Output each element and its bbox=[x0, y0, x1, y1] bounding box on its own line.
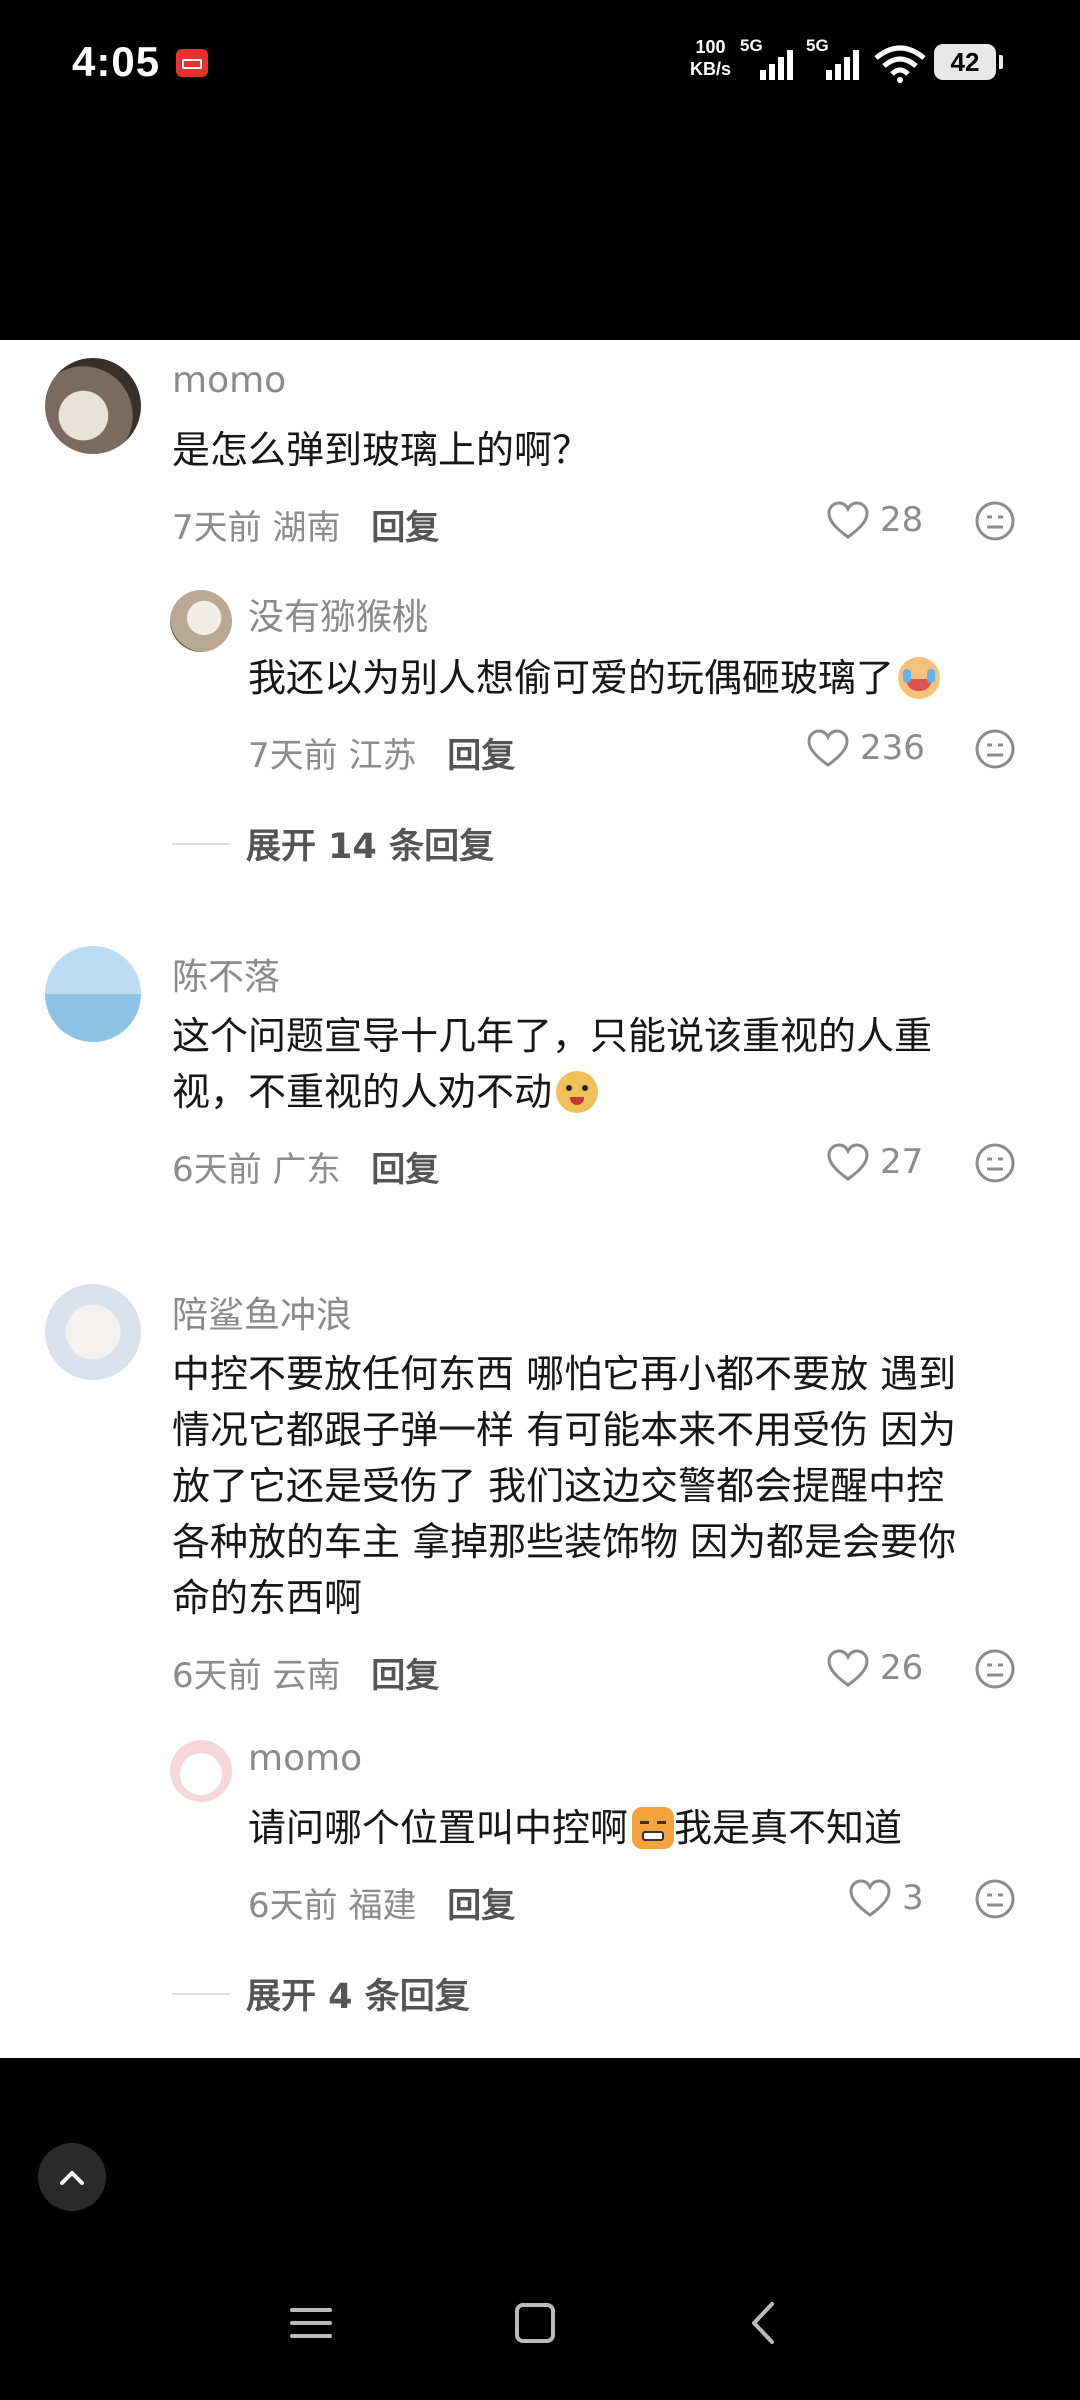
comment-text-line: 各种放的车主 拿掉那些装饰物 因为都是会要你 bbox=[172, 1520, 957, 1564]
reply-username[interactable]: 没有猕猴桃 bbox=[248, 588, 428, 640]
comment-text[interactable]: 是怎么弹到玻璃上的啊？ bbox=[172, 422, 590, 478]
comment-meta: 6天前 广东 回复 bbox=[172, 1142, 439, 1191]
heart-outline-icon bbox=[827, 1143, 869, 1181]
reply-time: 7天前 bbox=[248, 736, 338, 776]
like-button[interactable]: 28 bbox=[826, 500, 923, 540]
heart-outline-icon bbox=[827, 501, 869, 539]
chevron-left-icon[interactable] bbox=[742, 2300, 788, 2346]
reply-text[interactable]: 我还以为别人想偷可爱的玩偶砸玻璃了 bbox=[248, 650, 941, 706]
reply-location: 福建 bbox=[348, 1886, 417, 1926]
battery-indicator: 42 bbox=[934, 44, 1003, 80]
reply-button[interactable]: 回复 bbox=[371, 508, 439, 548]
crying-emoji-icon bbox=[898, 657, 941, 699]
reply-text-content: 我是真不知道 bbox=[674, 1806, 903, 1850]
avatar[interactable] bbox=[45, 358, 141, 454]
avatar[interactable] bbox=[170, 590, 232, 652]
neutral-face-icon[interactable] bbox=[974, 500, 1016, 542]
network-speed-value: 100 bbox=[695, 37, 726, 57]
reply-button[interactable]: 回复 bbox=[447, 1886, 515, 1926]
reply-button[interactable]: 回复 bbox=[371, 1656, 439, 1696]
comment-text-line: 这个问题宣导十几年了，只能说该重视的人重 bbox=[172, 1014, 933, 1058]
like-button[interactable]: 26 bbox=[826, 1648, 923, 1688]
network-speed: 100 KB/s bbox=[690, 36, 731, 80]
network-speed-unit: KB/s bbox=[690, 59, 732, 79]
comment-text-line: 放了它还是受伤了 我们这边交警都会提醒中控 bbox=[172, 1464, 945, 1508]
cat-emoji-icon bbox=[632, 1807, 675, 1849]
avatar[interactable] bbox=[45, 1284, 141, 1380]
scroll-top-button[interactable] bbox=[38, 2143, 106, 2211]
reply-button[interactable]: 回复 bbox=[447, 736, 515, 776]
neutral-face-icon[interactable] bbox=[974, 1142, 1016, 1184]
like-count: 236 bbox=[860, 728, 925, 768]
neutral-face-icon[interactable] bbox=[974, 1648, 1016, 1690]
expand-replies-label: 展开 14 条回复 bbox=[246, 827, 495, 867]
reply-meta: 7天前 江苏 回复 bbox=[248, 728, 515, 777]
comment-time: 7天前 bbox=[172, 508, 262, 548]
comment-text-line: 命的东西啊 bbox=[172, 1576, 363, 1620]
menu-icon[interactable] bbox=[288, 2300, 334, 2346]
heart-outline-icon bbox=[849, 1879, 891, 1917]
comment-meta: 6天前 云南 回复 bbox=[172, 1648, 439, 1697]
comment-location: 广东 bbox=[272, 1150, 341, 1190]
expand-replies-button[interactable]: 展开 14 条回复 bbox=[172, 818, 494, 869]
reply-meta: 6天前 福建 回复 bbox=[248, 1878, 515, 1927]
expand-replies-button[interactable]: 展开 4 条回复 bbox=[172, 1968, 470, 2019]
status-bar: 4:05 100 KB/s 5G 5G 42 bbox=[0, 0, 1080, 130]
divider-line bbox=[172, 842, 230, 845]
comment-meta: 7天前 湖南 回复 bbox=[172, 500, 439, 549]
heart-outline-icon bbox=[807, 729, 849, 767]
like-count: 28 bbox=[880, 500, 924, 540]
avatar[interactable] bbox=[170, 1740, 232, 1802]
comment-text-line: 中控不要放任何东西 哪怕它再小都不要放 遇到 bbox=[172, 1352, 957, 1396]
comment-username[interactable]: 陪鲨鱼冲浪 bbox=[172, 1286, 352, 1338]
system-nav-bar bbox=[0, 2270, 1080, 2400]
reply-text-content: 请问哪个位置叫中控啊 bbox=[248, 1806, 629, 1850]
chevron-up-icon bbox=[60, 2171, 84, 2185]
neutral-face-icon[interactable] bbox=[974, 728, 1016, 770]
comment-text[interactable]: 中控不要放任何东西 哪怕它再小都不要放 遇到 情况它都跟子弹一样 有可能本来不用… bbox=[172, 1346, 956, 1626]
comment-text[interactable]: 这个问题宣导十几年了，只能说该重视的人重 视，不重视的人劝不动 bbox=[172, 1008, 932, 1120]
divider-line bbox=[172, 1992, 230, 1995]
like-button[interactable]: 3 bbox=[848, 1878, 924, 1918]
like-button[interactable]: 27 bbox=[826, 1142, 923, 1182]
square-icon[interactable] bbox=[512, 2300, 558, 2346]
app-notification-icon bbox=[176, 49, 208, 77]
dog-emoji-icon bbox=[556, 1071, 599, 1113]
comment-text-line: 情况它都跟子弹一样 有可能本来不用受伤 因为 bbox=[172, 1408, 957, 1452]
comment-time: 6天前 bbox=[172, 1656, 262, 1696]
status-time: 4:05 bbox=[72, 38, 161, 85]
comment-text-content: 视，不重视的人劝不动 bbox=[172, 1070, 553, 1114]
comments-panel[interactable]: momo 是怎么弹到玻璃上的啊？ 7天前 湖南 回复 28 没有猕猴桃 我还以为… bbox=[0, 340, 1080, 2058]
heart-outline-icon bbox=[827, 1649, 869, 1687]
reply-text[interactable]: 请问哪个位置叫中控啊 我是真不知道 bbox=[248, 1800, 902, 1856]
like-count: 26 bbox=[880, 1648, 924, 1688]
reply-time: 6天前 bbox=[248, 1886, 338, 1926]
like-count: 3 bbox=[902, 1878, 924, 1918]
like-button[interactable]: 236 bbox=[806, 728, 925, 768]
reply-text-content: 我还以为别人想偷可爱的玩偶砸玻璃了 bbox=[248, 656, 895, 700]
neutral-face-icon[interactable] bbox=[974, 1878, 1016, 1920]
reply-location: 江苏 bbox=[348, 736, 417, 776]
comment-username[interactable]: momo bbox=[172, 360, 286, 401]
comment-location: 湖南 bbox=[272, 508, 341, 548]
comment-username[interactable]: 陈不落 bbox=[172, 948, 280, 1000]
like-count: 27 bbox=[880, 1142, 924, 1182]
comment-text-line: 视，不重视的人劝不动 bbox=[172, 1064, 932, 1120]
comment-location: 云南 bbox=[272, 1656, 341, 1696]
comment-time: 6天前 bbox=[172, 1150, 262, 1190]
avatar[interactable] bbox=[45, 946, 141, 1042]
wifi-icon bbox=[874, 45, 926, 83]
reply-button[interactable]: 回复 bbox=[371, 1150, 439, 1190]
expand-replies-label: 展开 4 条回复 bbox=[246, 1977, 470, 2017]
reply-username[interactable]: momo bbox=[248, 1738, 362, 1779]
